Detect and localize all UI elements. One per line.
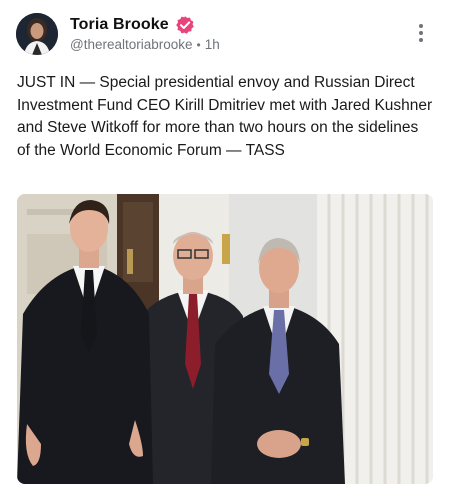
post-photo[interactable] bbox=[17, 194, 433, 484]
author-handle[interactable]: @therealtoriabrooke bbox=[70, 37, 193, 52]
author-name-row: Toria Brooke bbox=[70, 14, 195, 36]
photo-illustration bbox=[17, 194, 433, 484]
post-timestamp[interactable]: 1h bbox=[205, 37, 220, 52]
meta-separator: • bbox=[196, 37, 201, 52]
verified-badge-icon bbox=[175, 15, 195, 35]
more-vertical-icon[interactable] bbox=[416, 24, 426, 46]
post-meta: @therealtoriabrooke • 1h bbox=[70, 37, 220, 52]
post-card: Toria Brooke @therealtoriabrooke • 1h JU… bbox=[0, 0, 450, 500]
author-display-name[interactable]: Toria Brooke bbox=[70, 16, 169, 34]
post-text: JUST IN — Special presidential envoy and… bbox=[17, 74, 433, 159]
avatar-image bbox=[16, 13, 58, 55]
author-avatar[interactable] bbox=[16, 13, 58, 55]
